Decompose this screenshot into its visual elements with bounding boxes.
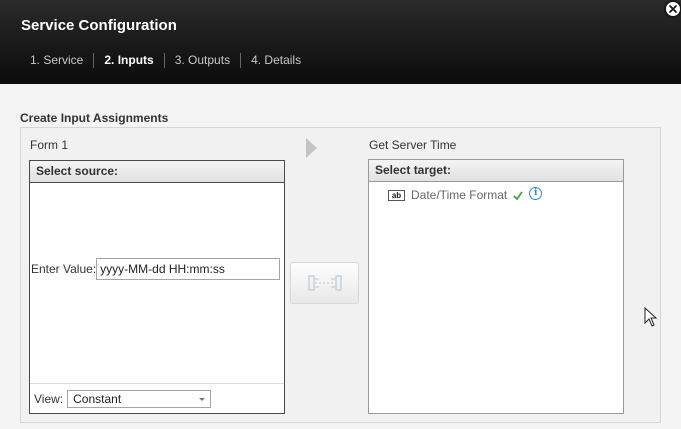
mouse-cursor-icon bbox=[644, 307, 658, 327]
dialog-header: Service Configuration 1. Service 2. Inpu… bbox=[0, 0, 681, 84]
tab-details[interactable]: 4. Details bbox=[240, 53, 311, 68]
target-item-date-time-format[interactable]: ab Date/Time Format i bbox=[388, 186, 543, 202]
source-title: Form 1 bbox=[30, 138, 69, 152]
target-item-label: Date/Time Format bbox=[411, 188, 508, 202]
enter-value-row: Enter Value: bbox=[31, 258, 281, 280]
check-icon bbox=[513, 190, 523, 200]
tab-service[interactable]: 1. Service bbox=[20, 53, 93, 68]
view-row: View: Constant bbox=[30, 383, 284, 413]
dialog-title: Service Configuration bbox=[21, 17, 177, 34]
close-button[interactable] bbox=[664, 0, 681, 18]
close-icon bbox=[669, 5, 677, 13]
section-heading: Create Input Assignments bbox=[20, 111, 169, 125]
view-select-value: Constant bbox=[73, 391, 122, 406]
text-type-icon: ab bbox=[388, 189, 405, 201]
enter-value-input[interactable] bbox=[96, 258, 281, 280]
enter-value-label: Enter Value: bbox=[31, 262, 97, 276]
target-title: Get Server Time bbox=[369, 138, 457, 152]
target-box: Select target: ab Date/Time Format i bbox=[368, 159, 624, 414]
source-box: Select source: Enter Value: View: Consta… bbox=[29, 160, 285, 414]
map-connector-icon bbox=[307, 275, 342, 291]
map-button[interactable] bbox=[290, 262, 359, 304]
wizard-steps: 1. Service 2. Inputs 3. Outputs 4. Detai… bbox=[20, 53, 311, 68]
tab-outputs[interactable]: 3. Outputs bbox=[163, 53, 240, 68]
view-select[interactable]: Constant bbox=[67, 389, 212, 408]
source-header: Select source: bbox=[30, 161, 284, 183]
view-label: View: bbox=[34, 391, 64, 406]
chevron-down-icon bbox=[199, 397, 206, 401]
target-header: Select target: bbox=[369, 160, 623, 182]
tab-inputs[interactable]: 2. Inputs bbox=[93, 53, 163, 68]
arrow-right-icon bbox=[306, 138, 317, 158]
info-icon[interactable]: i bbox=[529, 186, 543, 200]
